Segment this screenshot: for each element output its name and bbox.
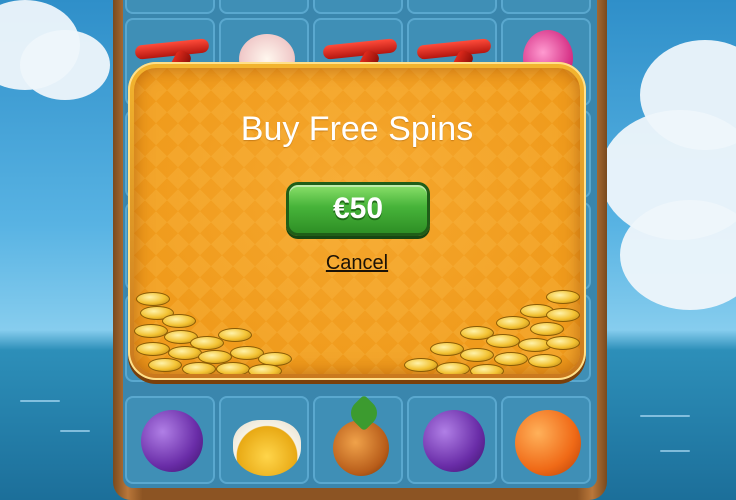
reel-cell: [219, 396, 309, 484]
buy-price-button[interactable]: €50: [286, 182, 430, 236]
reel-cell: [219, 0, 309, 14]
gold-coin: [248, 364, 282, 374]
gold-coin: [528, 354, 562, 368]
gold-coin: [430, 342, 464, 356]
gold-coin: [486, 334, 520, 348]
gold-coin: [148, 358, 182, 372]
reel-cell: [501, 0, 591, 14]
plum-symbol: [141, 410, 203, 472]
reel-cell: [125, 396, 215, 484]
coin-pile-left: [134, 284, 304, 374]
plum-symbol: [423, 410, 485, 472]
gold-coin: [436, 362, 470, 374]
sea-glint: [640, 415, 690, 417]
gold-coin: [136, 342, 170, 356]
gold-coin: [136, 292, 170, 306]
gold-coin: [546, 308, 580, 322]
gold-coin: [460, 348, 494, 362]
gold-coin: [182, 362, 216, 374]
gold-coin: [546, 336, 580, 350]
gold-coin: [216, 362, 250, 374]
gold-coin: [134, 324, 168, 338]
dialog-title: Buy Free Spins: [240, 110, 474, 148]
coconut-drink-symbol: [233, 420, 301, 476]
sea-glint: [660, 450, 690, 452]
dialog-panel: Buy Free Spins €50 Cancel: [134, 68, 580, 374]
gold-coin: [218, 328, 252, 342]
cloud: [20, 30, 110, 100]
seven-stroke: [134, 38, 210, 60]
gold-coin: [530, 322, 564, 336]
gold-coin: [470, 364, 504, 374]
gold-coin: [496, 316, 530, 330]
sea-glint: [60, 430, 90, 432]
sea-glint: [20, 400, 60, 402]
gold-coin: [404, 358, 438, 372]
cancel-link[interactable]: Cancel: [134, 252, 580, 275]
gold-coin: [546, 290, 580, 304]
reel-cell: [407, 0, 497, 14]
reel-cell: [407, 396, 497, 484]
reel-cell: [313, 394, 403, 484]
buy-free-spins-dialog: Buy Free Spins €50 Cancel: [128, 62, 586, 380]
coin-pile-right: [400, 284, 580, 374]
seven-stroke: [416, 38, 492, 60]
gold-coin: [494, 352, 528, 366]
reel-cell: [313, 0, 403, 14]
reel-cell: [501, 396, 591, 484]
gold-coin: [162, 314, 196, 328]
seven-stroke: [322, 38, 398, 60]
reel-cell: [125, 0, 215, 14]
orange-symbol: [515, 410, 581, 476]
